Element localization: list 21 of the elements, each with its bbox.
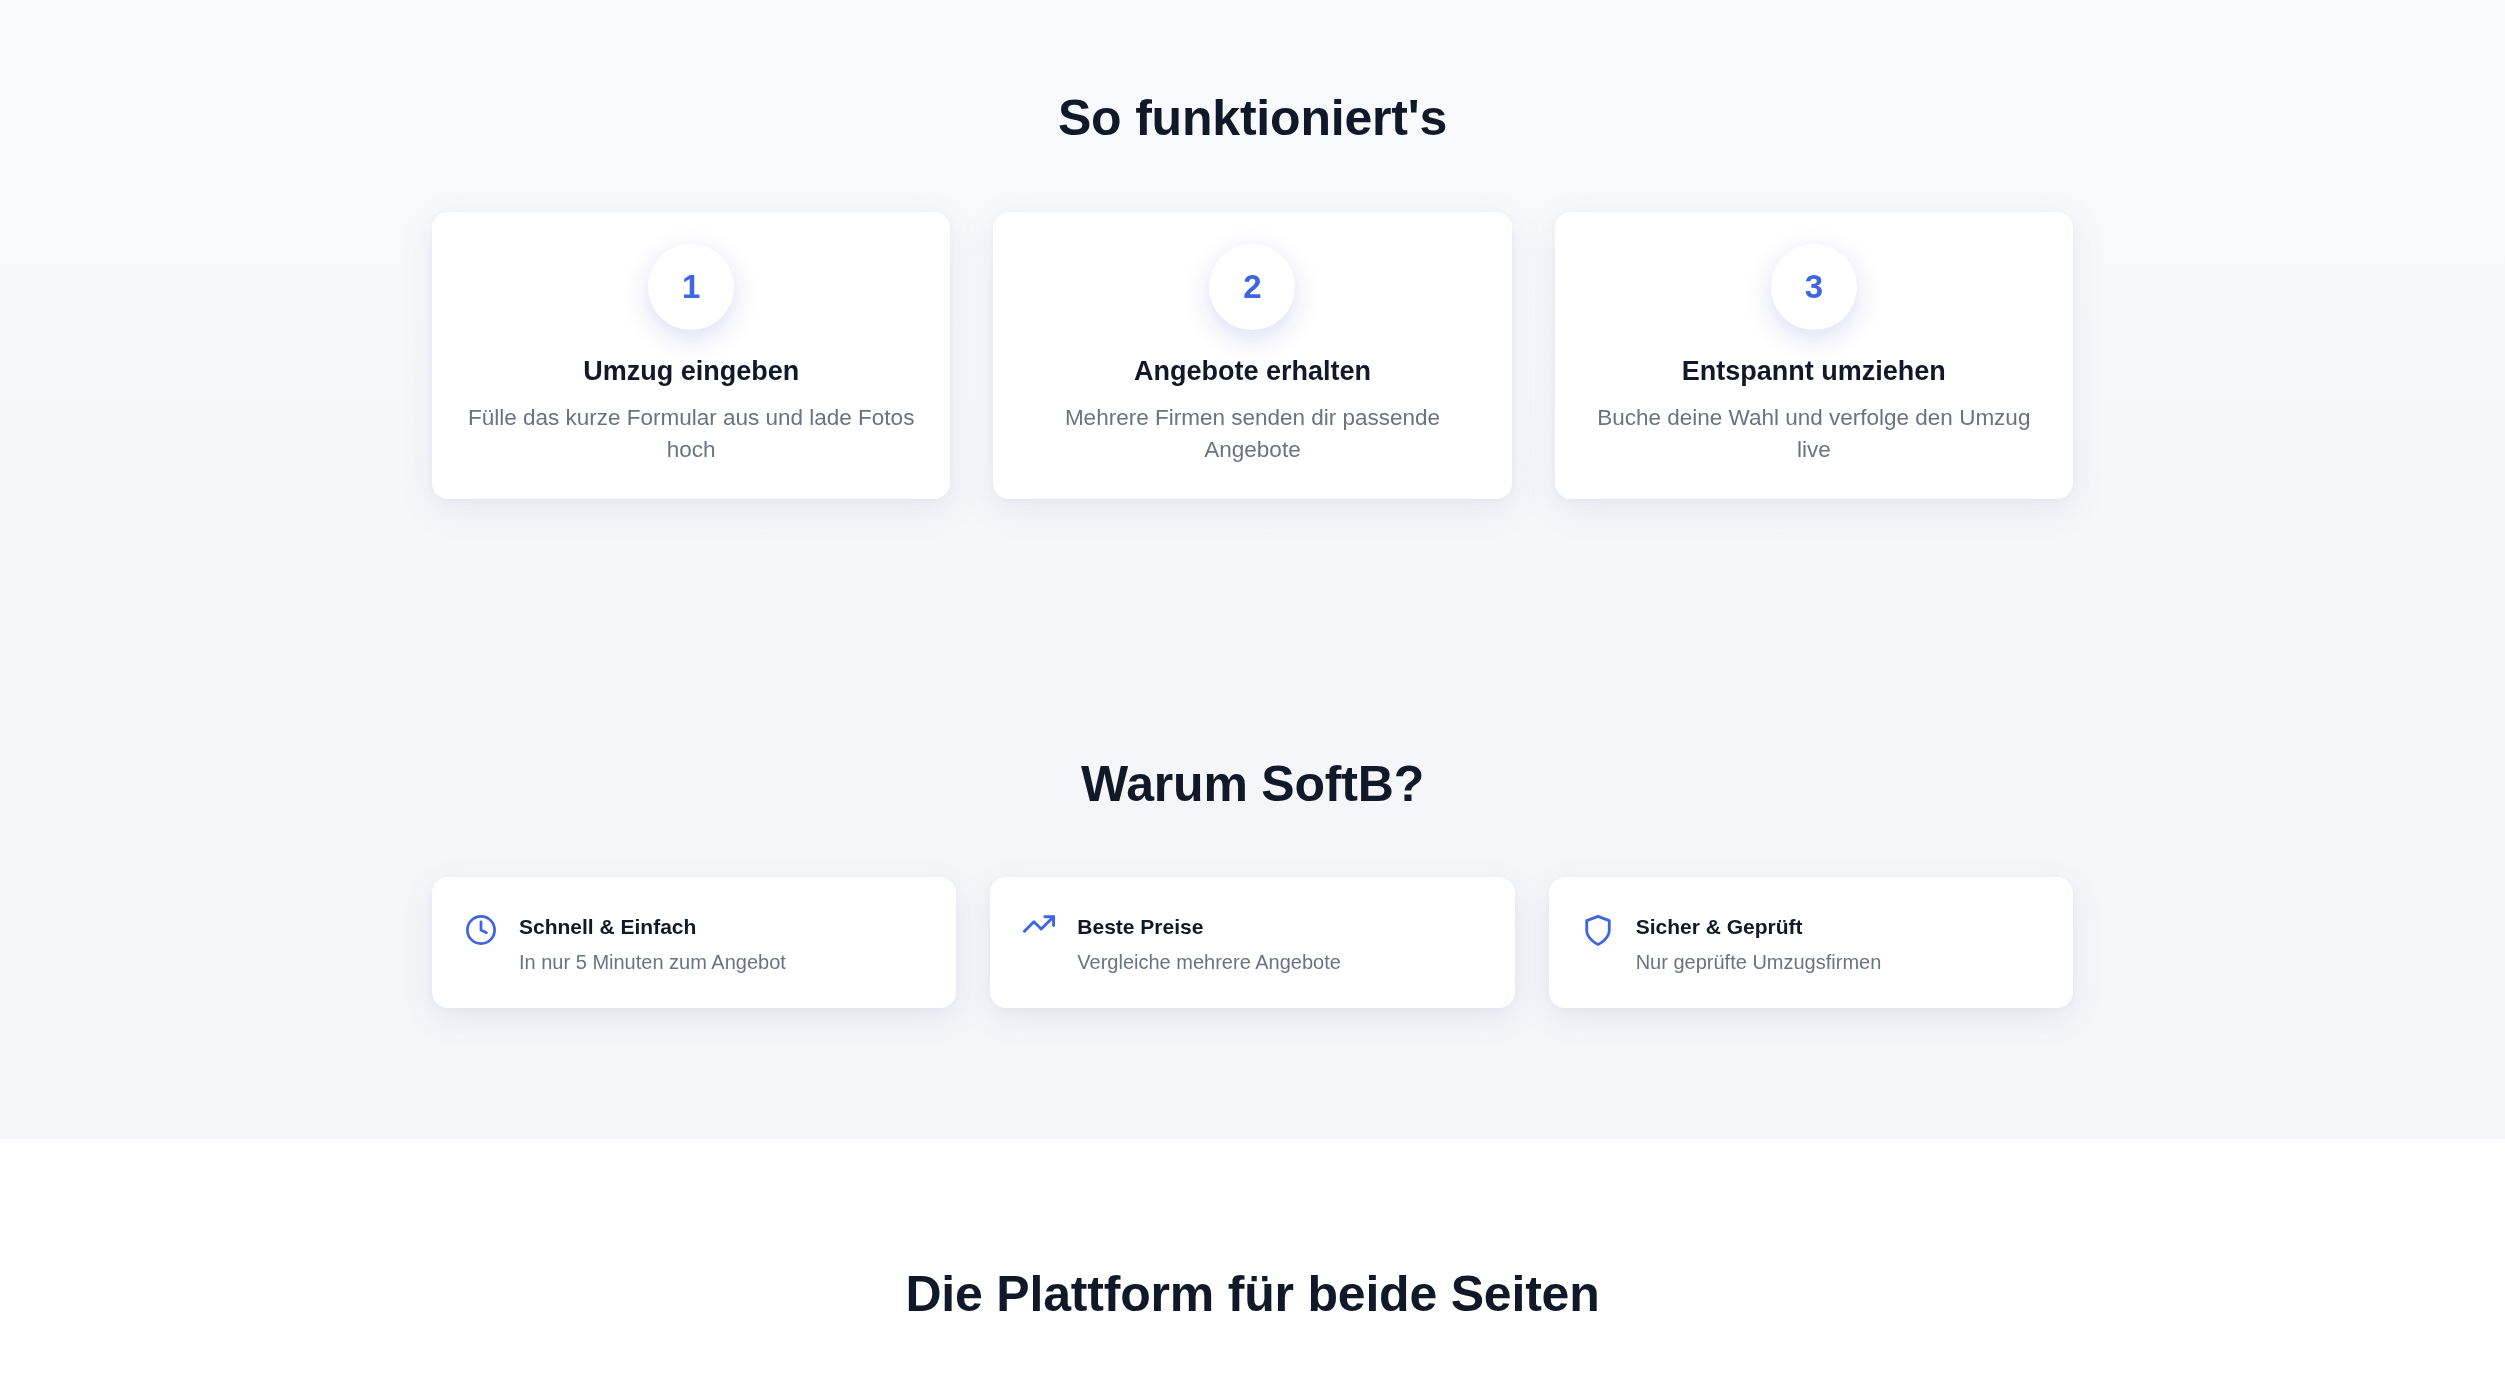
feature-title: Sicher & Geprüft — [1635, 914, 1804, 940]
feature-title: Beste Preise — [1077, 914, 1205, 940]
step-title: Angebote erhalten — [1133, 355, 1371, 388]
shield-icon — [1584, 915, 1611, 946]
feature-description: Nur geprüfte Umzugsfirmen — [1635, 950, 1882, 975]
step-number: 3 — [1770, 244, 1857, 330]
feature-title: Schnell & Einfach — [519, 914, 698, 940]
section-title: Warum SoftB? — [1081, 755, 1424, 814]
feature-description: Vergleiche mehrere Angebote — [1077, 950, 1341, 975]
step-description: Buche deine Wahl und verfolge den Umzug live — [1596, 404, 2032, 464]
step-description: Fülle das kurze Formular aus und lade Fotos hoch — [466, 404, 916, 464]
clock-icon — [466, 915, 496, 945]
step-number: 1 — [648, 244, 735, 330]
step-title: Umzug eingeben — [583, 355, 800, 388]
section-title: So funktioniert's — [1057, 89, 1448, 148]
step-description: Mehrere Firmen senden dir passende Angebote — [1063, 404, 1442, 464]
feature-description: In nur 5 Minuten zum Angebot — [519, 950, 786, 975]
trending-up-icon — [1023, 915, 1056, 933]
section-title: Die Plattform für beide Seiten — [905, 1265, 1600, 1324]
step-number: 2 — [1209, 244, 1296, 330]
step-title: Entspannt umziehen — [1681, 355, 1946, 388]
